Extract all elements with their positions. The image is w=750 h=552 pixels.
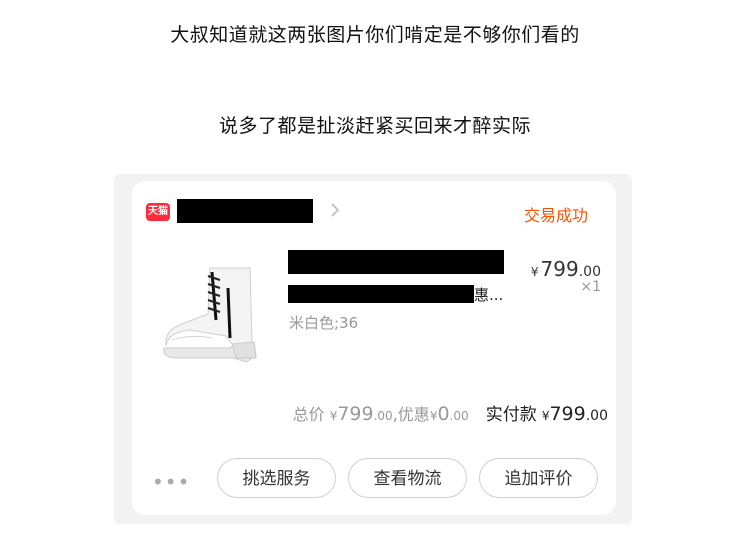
store-name-redaction — [177, 199, 313, 223]
discount-decimal: .00 — [449, 409, 469, 423]
paid-decimal: .00 — [585, 408, 608, 424]
unit-price: ¥799.00 — [531, 257, 601, 281]
add-review-button[interactable]: 追加评价 — [479, 458, 598, 498]
product-title-redaction-2 — [288, 285, 474, 303]
paid-integer: 799 — [549, 403, 586, 425]
tmall-badge-icon: 天猫 — [146, 203, 170, 221]
caption-line-2: 说多了都是扯淡赶紧买回来才醉实际 — [218, 115, 531, 137]
price-currency: ¥ — [530, 265, 539, 279]
caption-line-1: 大叔知道就这两张图片你们啃定是不够你们看的 — [170, 24, 580, 46]
product-title-tail[interactable]: 惠... — [474, 284, 503, 305]
quantity: ×1 — [580, 279, 601, 295]
more-options-icon[interactable]: ••• — [152, 470, 190, 494]
product-title-redaction-1 — [288, 250, 504, 274]
product-sku: 米白色;36 — [289, 314, 359, 332]
discount-integer: 0 — [437, 403, 450, 425]
view-logistics-button[interactable]: 查看物流 — [348, 458, 467, 498]
price-integer: 799 — [540, 257, 579, 281]
chevron-right-icon[interactable] — [328, 200, 342, 220]
total-decimal: .00 — [373, 409, 393, 423]
order-summary: 总价 ¥799.00,优惠¥0.00 实付款 ¥799.00 — [293, 400, 608, 425]
order-status: 交易成功 — [524, 206, 589, 225]
price-decimal: .00 — [578, 264, 601, 280]
total-label: 总价 — [292, 405, 325, 424]
paid-label: 实付款 — [485, 405, 537, 425]
discount-label: 优惠 — [397, 405, 430, 424]
choose-service-button[interactable]: 挑选服务 — [217, 458, 336, 498]
total-integer: 799 — [337, 403, 374, 425]
product-thumbnail[interactable] — [150, 258, 270, 370]
